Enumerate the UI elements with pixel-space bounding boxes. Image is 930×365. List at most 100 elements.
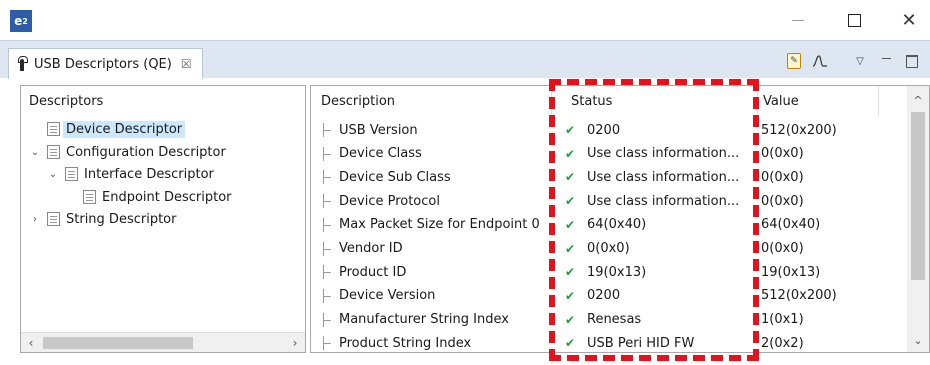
value-text: 19(0x13) <box>761 264 821 280</box>
cell-value[interactable]: 0(0x0) <box>761 165 881 189</box>
cell-value[interactable]: 0(0x0) <box>761 142 881 166</box>
value-text: 0(0x0) <box>761 193 804 209</box>
table-row[interactable]: Device Version ✔ 0200 512(0x200) <box>311 284 907 308</box>
window-minimize-button[interactable] <box>786 8 810 32</box>
value-text: 512(0x200) <box>761 288 837 304</box>
checkmark-icon: ✔ <box>564 194 576 209</box>
descriptors-tree-panel: Descriptors Device Descriptor ⌄ Configur… <box>20 85 306 353</box>
view-menu-icon[interactable]: ▽ <box>852 53 868 69</box>
description-text: USB Version <box>339 122 418 138</box>
cell-description: Device Protocol <box>321 189 549 213</box>
value-text: 1(0x1) <box>761 312 804 328</box>
tab-close-icon[interactable]: ☒ <box>181 57 192 71</box>
scroll-left-icon[interactable]: ‹ <box>23 335 39 351</box>
cell-status[interactable]: ✔ USB Peri HID FW <box>563 331 749 352</box>
tree-branch-icon <box>321 241 333 256</box>
scroll-up-icon[interactable]: ^ <box>910 92 926 108</box>
table-row[interactable]: Manufacturer String Index ✔ Renesas 1(0x1) <box>311 308 907 332</box>
description-text: Vendor ID <box>339 241 403 256</box>
tree-branch-icon <box>321 194 333 209</box>
cell-description: Device Version <box>321 284 549 308</box>
descriptor-icon <box>47 122 60 136</box>
value-text: 0(0x0) <box>761 146 804 162</box>
vertical-scrollbar[interactable]: ^ ⌄ <box>907 86 929 352</box>
checkmark-icon: ✔ <box>564 336 576 351</box>
checkmark-icon: ✔ <box>564 265 576 280</box>
table-row[interactable]: Product String Index ✔ USB Peri HID FW 2(0x… <box>311 331 907 352</box>
view-tab-bar: USB Descriptors (QE) ☒ ✎ ▽ <box>0 40 930 79</box>
wizard-icon[interactable]: ✎ <box>787 53 801 69</box>
tree-branch-icon <box>321 123 333 137</box>
cell-value[interactable]: 64(0x40) <box>761 213 881 237</box>
cell-status[interactable]: ✔ Use class information... <box>563 142 749 166</box>
chevron-down-icon[interactable]: ⌄ <box>29 147 41 158</box>
chevron-down-icon[interactable]: ⌄ <box>47 169 59 180</box>
cell-status[interactable]: ✔ 19(0x13) <box>563 260 749 284</box>
cell-value[interactable]: 0(0x0) <box>761 189 881 213</box>
description-text: Manufacturer String Index <box>339 312 509 328</box>
minimize-view-icon[interactable] <box>878 53 894 69</box>
tab-label: USB Descriptors (QE) <box>34 56 172 72</box>
maximize-view-icon[interactable] <box>904 53 920 69</box>
tree-item-device-descriptor[interactable]: Device Descriptor <box>29 118 186 140</box>
tree-item-label: Device Descriptor <box>63 120 186 138</box>
cell-value[interactable]: 1(0x1) <box>761 308 881 332</box>
cell-status[interactable]: ✔ 0(0x0) <box>563 237 749 261</box>
scroll-down-icon[interactable]: ⌄ <box>910 332 926 348</box>
waveform-icon[interactable] <box>812 53 828 69</box>
table-row[interactable]: USB Version ✔ 0200 512(0x200) <box>311 118 907 142</box>
scrollbar-thumb[interactable] <box>911 112 925 280</box>
tree-item-label: Endpoint Descriptor <box>102 189 232 205</box>
window-close-button[interactable]: ✕ <box>897 8 921 32</box>
column-divider[interactable] <box>757 86 758 116</box>
descriptor-properties-table: Description Status Value USB Version ✔ 020… <box>310 85 930 353</box>
column-header-value[interactable]: Value <box>763 94 799 109</box>
cell-value[interactable]: 19(0x13) <box>761 260 881 284</box>
tree-item-string-descriptor[interactable]: › String Descriptor <box>29 208 176 230</box>
checkmark-icon: ✔ <box>564 123 576 137</box>
cell-status[interactable]: ✔ 0200 <box>563 284 749 308</box>
column-header-description[interactable]: Description <box>321 94 395 109</box>
descriptor-icon <box>47 145 60 159</box>
cell-status[interactable]: ✔ Renesas <box>563 308 749 332</box>
cell-description: Max Packet Size for Endpoint 0 <box>321 213 549 237</box>
tree-item-label: Interface Descriptor <box>84 166 214 182</box>
cell-status[interactable]: ✔ 0200 <box>563 118 749 142</box>
cell-status[interactable]: ✔ Use class information... <box>563 165 749 189</box>
tree-item-interface-descriptor[interactable]: ⌄ Interface Descriptor <box>47 163 214 185</box>
cell-value[interactable]: 0(0x0) <box>761 237 881 261</box>
window-maximize-button[interactable] <box>842 8 866 32</box>
table-row[interactable]: Vendor ID ✔ 0(0x0) 0(0x0) <box>311 237 907 261</box>
table-row[interactable]: Product ID ✔ 19(0x13) 19(0x13) <box>311 260 907 284</box>
tree-item-endpoint-descriptor[interactable]: Endpoint Descriptor <box>83 186 232 208</box>
cell-value[interactable]: 512(0x200) <box>761 118 881 142</box>
tree-item-label: Configuration Descriptor <box>66 144 226 160</box>
cell-value[interactable]: 512(0x200) <box>761 284 881 308</box>
status-text: USB Peri HID FW <box>587 335 695 351</box>
usb-plug-icon <box>17 56 28 72</box>
checkmark-icon: ✔ <box>564 217 576 232</box>
table-row[interactable]: Device Protocol ✔ Use class information...… <box>311 189 907 213</box>
table-row[interactable]: Max Packet Size for Endpoint 0 ✔ 64(0x40) 6… <box>311 213 907 237</box>
tree-item-configuration-descriptor[interactable]: ⌄ Configuration Descriptor <box>29 141 226 163</box>
description-text: Product String Index <box>339 335 472 351</box>
table-row[interactable]: Device Sub Class ✔ Use class information..… <box>311 165 907 189</box>
scroll-right-icon[interactable]: › <box>287 335 303 351</box>
column-divider[interactable] <box>551 86 552 116</box>
column-header-status[interactable]: Status <box>571 94 612 109</box>
tab-usb-descriptors[interactable]: USB Descriptors (QE) ☒ <box>8 48 203 79</box>
status-text: 19(0x13) <box>587 264 647 280</box>
horizontal-scrollbar[interactable]: ‹ › <box>21 332 305 352</box>
checkmark-icon: ✔ <box>564 170 576 185</box>
table-row[interactable]: Device Class ✔ Use class information... 0(0… <box>311 142 907 166</box>
scrollbar-thumb[interactable] <box>43 337 193 349</box>
column-divider[interactable] <box>878 86 879 116</box>
value-text: 2(0x2) <box>761 335 804 351</box>
cell-status[interactable]: ✔ Use class information... <box>563 189 749 213</box>
cell-status[interactable]: ✔ 64(0x40) <box>563 213 749 237</box>
tree-branch-icon <box>321 217 333 232</box>
cell-description: Device Class <box>321 142 549 166</box>
cell-value[interactable]: 2(0x2) <box>761 331 881 352</box>
chevron-right-icon[interactable]: › <box>29 214 41 225</box>
value-text: 0(0x0) <box>761 241 804 256</box>
